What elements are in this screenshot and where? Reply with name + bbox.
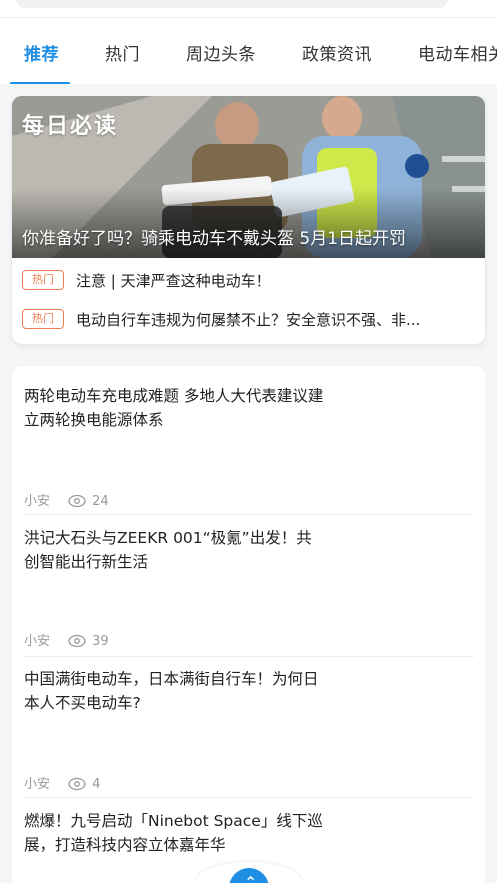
tab-policy[interactable]: 政策资讯 [302,40,372,65]
article-title[interactable]: 燃爆！九号启动「Ninebot Space」线下巡展，打造科技内容立体嘉年华 [24,809,324,857]
top-search-area [0,0,497,18]
eye-icon [68,634,86,648]
eye-icon [68,777,86,791]
article-views: 24 [92,494,109,509]
divider [24,656,474,657]
article-title[interactable]: 中国满街电动车，日本满街自行车！为何日本人不买电动车? [24,667,324,715]
tab-nearby[interactable]: 周边头条 [186,40,256,65]
banner-image[interactable]: 每日必读 你准备好了吗？骑乘电动车不戴头盔 5月1日起开罚 [12,96,485,258]
divider [24,514,474,515]
hot-item-title[interactable]: 电动自行车违规为何屡禁不止？安全意识不强、非... [76,309,476,330]
chevron-up-icon: ⌃ [244,873,258,883]
article-views: 4 [92,777,101,792]
hot-badge: 热门 [22,309,64,329]
article-author: 小安 [24,494,51,509]
article-author: 小安 [24,777,51,792]
tab-hot[interactable]: 热门 [105,40,140,65]
article-meta: 小安 39 [24,630,109,649]
divider [24,797,474,798]
eye-icon [68,494,86,508]
article-item[interactable]: 燃爆！九号启动「Ninebot Space」线下巡展，打造科技内容立体嘉年华 [24,809,474,869]
article-title[interactable]: 两轮电动车充电成难题 多地人大代表建议建立两轮换电能源体系 [24,384,324,432]
banner-caption: 你准备好了吗？骑乘电动车不戴头盔 5月1日起开罚 [22,229,407,249]
article-author: 小安 [24,634,51,649]
article-views: 39 [92,634,109,649]
tab-recommend[interactable]: 推荐 [24,40,59,65]
article-feed: 两轮电动车充电成难题 多地人大代表建议建立两轮换电能源体系 小安 24 洪记大石… [12,366,485,883]
hot-item[interactable]: 热门 注意 | 天津严查这种电动车！ [22,268,477,292]
hot-badge: 热门 [22,270,64,290]
featured-card[interactable]: 每日必读 你准备好了吗？骑乘电动车不戴头盔 5月1日起开罚 热门 注意 | 天津… [12,96,485,344]
search-bar[interactable] [16,0,448,8]
article-title[interactable]: 洪记大石头与ZEEKR 001“极氪”出发！共创智能出行新生活 [24,526,324,574]
article-item[interactable]: 两轮电动车充电成难题 多地人大代表建议建立两轮换电能源体系 小安 24 [24,384,474,516]
tab-ebike[interactable]: 电动车相关 [418,40,497,65]
hot-item-title[interactable]: 注意 | 天津严查这种电动车！ [76,270,476,291]
article-meta: 小安 24 [24,490,109,509]
category-tabs: 推荐 热门 周边头条 政策资讯 电动车相关 [0,18,497,84]
article-meta: 小安 4 [24,773,100,792]
active-tab-indicator [10,82,70,84]
hot-item[interactable]: 热门 电动自行车违规为何屡禁不止？安全意识不强、非... [22,307,477,331]
banner-brand-label: 每日必读 [22,114,119,139]
article-item[interactable]: 中国满街电动车，日本满街自行车！为何日本人不买电动车? 小安 4 [24,667,474,799]
article-item[interactable]: 洪记大石头与ZEEKR 001“极氪”出发！共创智能出行新生活 小安 39 [24,526,474,658]
